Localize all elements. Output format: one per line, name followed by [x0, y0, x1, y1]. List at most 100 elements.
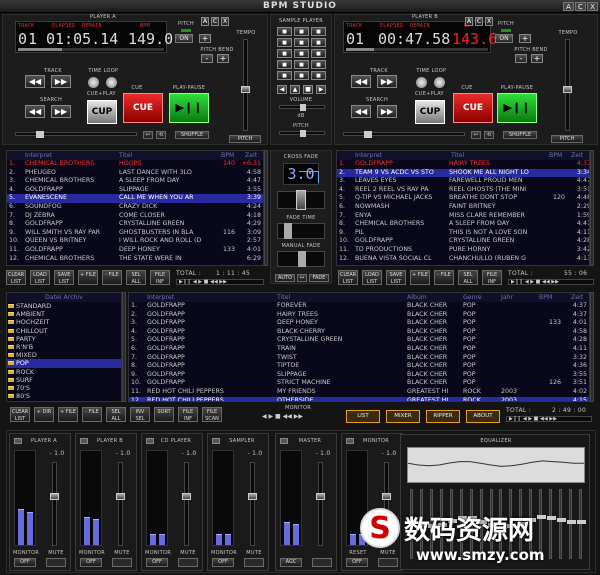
player-b-next-track-button[interactable]: ▶▶: [377, 75, 397, 88]
sample-pad[interactable]: ■: [277, 38, 292, 47]
playlist-a[interactable]: Interpret Titel BPM Zeit 1. CHEMICAL BROT…: [6, 150, 264, 266]
sample-pad[interactable]: ■: [277, 49, 292, 58]
table-row[interactable]: 11. RED HOT CHILI PEPPERS MY FRIENDS GREATE…: [129, 388, 589, 397]
compact-button[interactable]: C: [575, 2, 586, 11]
table-row[interactable]: 8. CHEMICAL BROTHERS A SLEEP FROM DAY 4:47: [337, 220, 589, 229]
player-a-pitch-button[interactable]: PITCH: [229, 135, 261, 143]
channel-fader[interactable]: [50, 462, 59, 546]
player-b-position-bar[interactable]: [346, 48, 488, 51]
channel-fader-knob[interactable]: [116, 493, 125, 500]
sample-pad[interactable]: ■: [311, 38, 326, 47]
player-b-pitch-up-button[interactable]: +: [519, 34, 531, 43]
sample-volume-slider[interactable]: [279, 104, 325, 111]
archive-folder[interactable]: R'N'B: [7, 343, 121, 351]
player-b-c-button[interactable]: C: [475, 17, 483, 26]
player-b-repeat-icon[interactable]: ⟲: [484, 131, 494, 139]
channel-mini-fader[interactable]: [14, 438, 22, 444]
col-jahr[interactable]: Jahr: [501, 293, 513, 302]
table-row[interactable]: 8. GOLDFRAPP CRYSTALLINE GREEN 4:29: [7, 220, 263, 229]
sample-play-button[interactable]: ▲: [290, 85, 300, 94]
sample-pad[interactable]: ■: [294, 38, 309, 47]
table-row[interactable]: 4. REEL 2 REEL VS RAY PA REEL GHOSTS (THE …: [337, 186, 589, 195]
col-zeit[interactable]: Zeit: [571, 293, 583, 302]
table-row[interactable]: 1. GOLDFRAPP HAIRY TREES 4:37: [337, 160, 589, 169]
table-row[interactable]: 12. BUENA VISTA SOCIAL CL CHANCHULLO (RUBE…: [337, 255, 589, 264]
table-row[interactable]: 6. NOWMASH FAINT BRITNEY 2:29: [337, 203, 589, 212]
player-b-shuffle-button[interactable]: SHUFFLE: [503, 131, 537, 139]
archive-folder[interactable]: STANDARD: [7, 302, 121, 310]
player-a-cue-button[interactable]: CUE: [123, 93, 163, 123]
player-a-tempo-knob[interactable]: [241, 86, 250, 93]
table-row[interactable]: 4. GOLDFRAPP SLIPPAGE 3:55: [7, 186, 263, 195]
player-a-time-toggle[interactable]: [88, 77, 99, 88]
toolbar-button-save-list[interactable]: SAVE LIST: [386, 270, 406, 285]
monitor-transport[interactable]: ◀ ▶ ■ ◀◀ ▶▶: [262, 413, 334, 421]
playlist-a-scrollbar[interactable]: [264, 150, 268, 266]
archive-folder[interactable]: 70'S: [7, 384, 121, 392]
sample-pad[interactable]: ■: [277, 71, 292, 80]
channel-mini-fader[interactable]: [146, 438, 154, 444]
manual-fade-slider[interactable]: [277, 251, 325, 267]
toolbar-button-file[interactable]: - FILE: [82, 407, 102, 422]
archive-folder[interactable]: CHILLOUT: [7, 327, 121, 335]
col-bpm[interactable]: BPM: [221, 151, 234, 160]
sample-pad[interactable]: ■: [311, 71, 326, 80]
channel-off-button[interactable]: OFF: [14, 558, 36, 567]
sample-pad[interactable]: ■: [294, 60, 309, 69]
nav-button-about[interactable]: ABOUT: [466, 410, 500, 423]
player-b-tempo-knob[interactable]: [563, 86, 572, 93]
toolbar-button-file[interactable]: + FILE: [78, 270, 98, 285]
channel-fader-knob[interactable]: [248, 493, 257, 500]
archive-tree-scrollbar[interactable]: [122, 292, 126, 402]
sample-next-button[interactable]: ▶: [316, 85, 326, 94]
channel-mini-fader[interactable]: [280, 438, 288, 444]
player-b-pitch-bend-slider[interactable]: [343, 131, 465, 138]
channel-fader-knob[interactable]: [382, 493, 391, 500]
toolbar-button-clear-list[interactable]: CLEAR LIST: [6, 270, 26, 285]
table-row[interactable]: 2. GOLDFRAPP HAIRY TREES BLACK CHER POP 4:37: [129, 311, 589, 320]
archive-folder[interactable]: MIXED: [7, 351, 121, 359]
table-row[interactable]: 3. CHEMICAL BROTHERS A SLEEP FROM DAY 4:47: [7, 177, 263, 186]
table-row[interactable]: 1. GOLDFRAPP FOREVER BLACK CHER POP 4:37: [129, 302, 589, 311]
table-row[interactable]: 10. GOLDFRAPP CRYSTALLINE GREEN 4:28: [337, 237, 589, 246]
player-a-a-button[interactable]: A: [201, 17, 209, 26]
toolbar-button-file[interactable]: - FILE: [434, 270, 454, 285]
table-row[interactable]: 2. PHEUGEO LAST DANCE WITH 3LO 4:58: [7, 169, 263, 178]
player-a-x-button[interactable]: X: [221, 17, 229, 26]
player-b-pitch-on-button[interactable]: ON: [495, 34, 513, 43]
channel-off-button[interactable]: AGC: [280, 558, 302, 567]
table-row[interactable]: 8. GOLDFRAPP TIPTOE BLACK CHER POP 4:36: [129, 362, 589, 371]
toolbar-button-clear-list[interactable]: CLEAR LIST: [338, 270, 358, 285]
table-row[interactable]: 9. WILL SMITH VS RAY PAR GHOSTBUSTERS IN B…: [7, 229, 263, 238]
table-row[interactable]: 12. CHEMICAL BROTHERS THE STATE WERE IN 6:2…: [7, 255, 263, 264]
player-a-pitch-up-button[interactable]: +: [199, 34, 211, 43]
player-b-prev-track-button[interactable]: ◀◀: [351, 75, 371, 88]
table-row[interactable]: 5. Q-TIP VS MICHAEL JACKS BREATHE DONT STO…: [337, 194, 589, 203]
sample-stop-button[interactable]: ■: [303, 85, 313, 94]
fade-mode-icon[interactable]: ↔: [297, 274, 307, 282]
toolbar-button-file-inf[interactable]: FILE INF: [178, 407, 198, 422]
nav-button-mixer[interactable]: MIXER: [386, 410, 420, 423]
sample-pad[interactable]: ■: [311, 60, 326, 69]
table-row[interactable]: 2. TEAM 9 VS ACDC VS STO SHOOK ME ALL NIGH…: [337, 168, 589, 178]
player-b-fastforward-button[interactable]: ▶▶: [377, 105, 397, 118]
player-b-tempo-fader[interactable]: [563, 39, 572, 131]
toolbar-button-sort[interactable]: SORT: [154, 407, 174, 422]
fade-button[interactable]: FADE: [309, 274, 329, 282]
table-row[interactable]: 7. ENYA MISS CLARE REMEMBER 1:59: [337, 212, 589, 221]
player-b-pitch-button[interactable]: PITCH: [551, 135, 583, 143]
sample-pad[interactable]: ■: [277, 60, 292, 69]
player-a-loop-toggle[interactable]: [106, 77, 117, 88]
channel-fader[interactable]: [316, 462, 325, 546]
table-row[interactable]: 10. GOLDFRAPP STRICT MACHINE BLACK CHER POP 1…: [129, 379, 589, 388]
player-b-bend-up-button[interactable]: +: [531, 54, 543, 63]
table-row[interactable]: 3. LEAVES EYES FAREWELL PROUD MEN 4:47: [337, 177, 589, 186]
player-a-bend-down-button[interactable]: -: [201, 54, 213, 63]
player-a-c-button[interactable]: C: [211, 17, 219, 26]
playlist-b[interactable]: Interpret Titel BPM Zeit 1. GOLDFRAPP HAIR…: [336, 150, 590, 266]
player-b-time-toggle[interactable]: [416, 77, 427, 88]
table-row[interactable]: 11. TD PRODUCTIONS PURE HORNY 3:42: [337, 246, 589, 255]
player-a-fastforward-button[interactable]: ▶▶: [51, 105, 71, 118]
archive-folder[interactable]: POP: [7, 359, 121, 368]
toolbar-button-file[interactable]: + FILE: [58, 407, 78, 422]
